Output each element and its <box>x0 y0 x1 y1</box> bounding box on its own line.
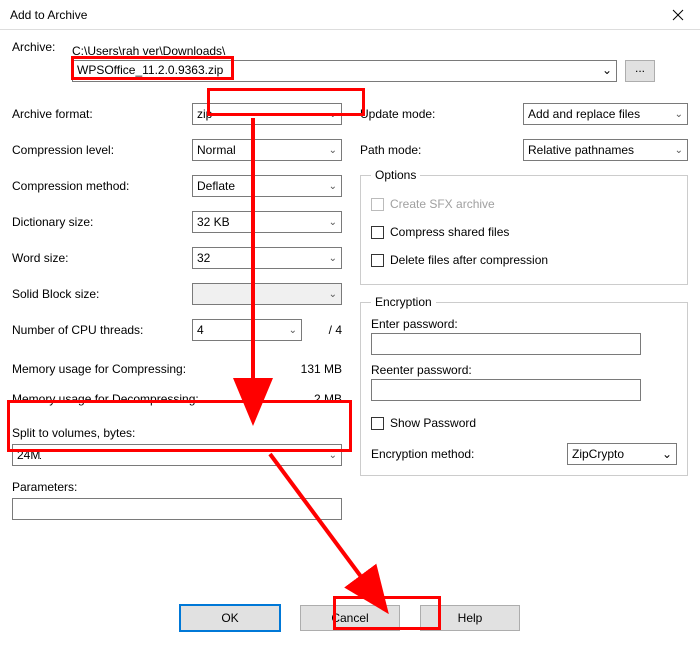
close-button[interactable] <box>655 0 700 30</box>
window-title: Add to Archive <box>10 8 655 22</box>
chevron-down-icon: ⌄ <box>329 145 337 156</box>
shared-checkbox[interactable] <box>371 226 384 239</box>
format-select[interactable]: zip⌄ <box>192 103 342 125</box>
dict-select[interactable]: 32 KB⌄ <box>192 211 342 233</box>
encryption-fieldset: Encryption Enter password: Reenter passw… <box>360 295 688 476</box>
title-bar: Add to Archive <box>0 0 700 30</box>
sfx-label: Create SFX archive <box>390 197 495 211</box>
dict-label: Dictionary size: <box>12 215 192 229</box>
close-icon <box>672 9 684 21</box>
enter-password-input[interactable] <box>371 333 641 355</box>
update-mode-select[interactable]: Add and replace files⌄ <box>523 103 688 125</box>
block-label: Solid Block size: <box>12 287 192 301</box>
level-select[interactable]: Normal⌄ <box>192 139 342 161</box>
chevron-down-icon: ⌄ <box>602 63 612 77</box>
chevron-down-icon: ⌄ <box>662 447 672 461</box>
format-label: Archive format: <box>12 107 192 121</box>
archive-filename-input[interactable]: WPSOffice_11.2.0.9363.zip ⌄ <box>72 60 617 82</box>
mem-decomp-value: 2 MB <box>282 392 342 406</box>
right-column: Update mode: Add and replace files⌄ Path… <box>360 96 688 520</box>
chevron-down-icon: ⌄ <box>675 109 683 120</box>
threads-max: / 4 <box>302 323 342 337</box>
ok-button[interactable]: OK <box>180 605 280 631</box>
show-password-label: Show Password <box>390 416 476 430</box>
threads-label: Number of CPU threads: <box>12 323 192 337</box>
path-mode-select[interactable]: Relative pathnames⌄ <box>523 139 688 161</box>
cancel-button[interactable]: Cancel <box>300 605 400 631</box>
chevron-down-icon: ⌄ <box>329 109 337 120</box>
method-label: Compression method: <box>12 179 192 193</box>
chevron-down-icon: ⌄ <box>329 181 337 192</box>
pathmode-label: Path mode: <box>360 143 523 157</box>
enter-pw-label: Enter password: <box>371 317 677 331</box>
chevron-down-icon: ⌄ <box>329 217 337 228</box>
options-legend: Options <box>371 168 420 182</box>
show-password-checkbox[interactable] <box>371 417 384 430</box>
delete-label: Delete files after compression <box>390 253 548 267</box>
left-column: Archive format: zip⌄ Compression level: … <box>12 96 342 520</box>
chevron-down-icon: ⌄ <box>329 253 337 264</box>
method-select[interactable]: Deflate⌄ <box>192 175 342 197</box>
browse-button[interactable]: ... <box>625 60 655 82</box>
sfx-checkbox <box>371 198 384 211</box>
mem-comp-label: Memory usage for Compressing: <box>12 362 282 376</box>
params-label: Parameters: <box>12 480 342 494</box>
archive-path-prefix: C:\Users\rah ver\Downloads\ <box>72 44 688 58</box>
shared-label: Compress shared files <box>390 225 509 239</box>
dialog-buttons: OK Cancel Help <box>0 605 700 631</box>
split-label: Split to volumes, bytes: <box>12 426 342 440</box>
enc-method-label: Encryption method: <box>371 447 474 461</box>
update-label: Update mode: <box>360 107 523 121</box>
delete-checkbox[interactable] <box>371 254 384 267</box>
chevron-down-icon: ⌄ <box>289 325 297 336</box>
reenter-pw-label: Reenter password: <box>371 363 677 377</box>
chevron-down-icon: ⌄ <box>675 145 683 156</box>
split-volumes-input[interactable]: 24M ⌄ <box>12 444 342 466</box>
chevron-down-icon: ⌄ <box>329 450 337 461</box>
reenter-password-input[interactable] <box>371 379 641 401</box>
threads-select[interactable]: 4⌄ <box>192 319 302 341</box>
archive-label: Archive: <box>12 40 72 54</box>
encryption-legend: Encryption <box>371 295 436 309</box>
level-label: Compression level: <box>12 143 192 157</box>
help-button[interactable]: Help <box>420 605 520 631</box>
word-select[interactable]: 32⌄ <box>192 247 342 269</box>
parameters-input[interactable] <box>12 498 342 520</box>
block-select[interactable]: ⌄ <box>192 283 342 305</box>
enc-method-select[interactable]: ZipCrypto⌄ <box>567 443 677 465</box>
chevron-down-icon: ⌄ <box>329 289 337 300</box>
word-label: Word size: <box>12 251 192 265</box>
mem-decomp-label: Memory usage for Decompressing: <box>12 392 282 406</box>
options-fieldset: Options Create SFX archive Compress shar… <box>360 168 688 285</box>
mem-comp-value: 131 MB <box>282 362 342 376</box>
